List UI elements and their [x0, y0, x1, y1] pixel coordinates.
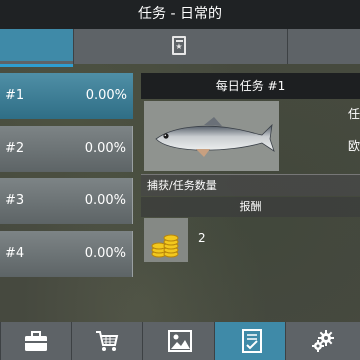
cart-icon	[96, 331, 119, 351]
coins-icon	[144, 218, 188, 262]
nav-quests[interactable]	[215, 322, 285, 360]
nav-gallery[interactable]	[143, 322, 213, 360]
task-label: #3	[5, 193, 25, 208]
nav-tackle-box[interactable]	[1, 322, 71, 360]
tab-underline	[0, 64, 73, 67]
nav-settings[interactable]	[286, 322, 360, 360]
task-progress: 0.00%	[84, 193, 126, 208]
task-label: #2	[5, 141, 25, 156]
detail-info: 任 欧	[283, 101, 360, 171]
tab-bar: ★	[0, 29, 360, 67]
reward-header: 报酬	[141, 197, 360, 217]
task-row-4[interactable]: #4 0.00%	[0, 231, 133, 277]
reward-value: 2	[198, 231, 206, 245]
quest-icon	[242, 329, 262, 353]
catch-count-label: 捕获/任务数量	[141, 174, 360, 196]
task-label: #1	[5, 88, 25, 103]
tackle-box-icon	[25, 331, 47, 351]
detail-line-1: 任	[347, 107, 360, 121]
task-progress: 0.00%	[84, 141, 126, 156]
task-progress: 0.00%	[85, 88, 127, 103]
task-row-2[interactable]: #2 0.00%	[0, 126, 133, 172]
gear-icon	[312, 330, 334, 352]
title-bar: 任务 - 日常的	[0, 0, 360, 29]
detail-line-2: 欧	[347, 139, 360, 153]
fish-image	[144, 101, 279, 171]
task-row-3[interactable]: #3 0.00%	[0, 178, 133, 224]
certificate-star-icon: ★	[172, 36, 186, 55]
tab-daily[interactable]	[0, 29, 73, 61]
tab-special[interactable]: ★	[74, 29, 287, 61]
detail-header: 每日任务 #1	[141, 73, 360, 99]
image-icon	[168, 330, 192, 352]
task-progress: 0.00%	[84, 246, 126, 261]
task-label: #4	[5, 246, 25, 261]
bottom-nav	[0, 322, 360, 360]
nav-shop[interactable]	[72, 322, 142, 360]
task-row-1[interactable]: #1 0.00%	[0, 73, 133, 119]
page-title: 任务 - 日常的	[138, 6, 222, 22]
tab-other[interactable]	[288, 29, 360, 61]
